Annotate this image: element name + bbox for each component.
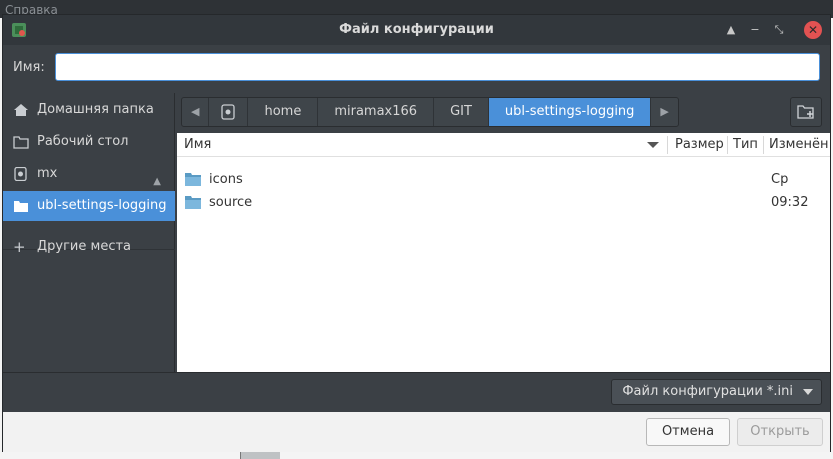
sidebar-item-ubl-settings-logging[interactable]: ubl-settings-logging [3, 191, 175, 221]
filter-bar: Файл конфигурации *.ini [3, 372, 830, 412]
cancel-button[interactable]: Отмена [646, 418, 730, 446]
sidebar-item-other-locations[interactable]: + Другие места [3, 232, 175, 262]
file-filter-dropdown[interactable]: Файл конфигурации *.ini [611, 379, 822, 405]
path-scroll-left-icon[interactable]: ◀ [182, 98, 210, 126]
new-folder-icon [797, 105, 814, 119]
sidebar-item-label: mx [37, 166, 58, 181]
open-button[interactable]: Открыть [737, 418, 823, 446]
minimize-button[interactable]: − [746, 21, 764, 39]
name-input[interactable] [55, 53, 820, 81]
sidebar-item-label: Другие места [37, 239, 132, 254]
close-button[interactable]: ✕ [804, 21, 822, 39]
folder-icon [13, 136, 29, 149]
folder-icon [14, 201, 28, 212]
file-row[interactable]: source 09:32 [177, 192, 830, 215]
eject-window-icon[interactable]: ▲ [722, 21, 740, 39]
column-separator [763, 136, 764, 154]
sidebar-item-home[interactable]: Домашняя папка [3, 95, 175, 125]
folder-icon [185, 196, 201, 209]
path-segment-miramax166[interactable]: miramax166 [318, 98, 435, 126]
sidebar-item-mx[interactable]: mx ▲ [3, 159, 175, 189]
file-name: icons [209, 172, 243, 187]
restore-button[interactable]: ⤡ [770, 21, 788, 39]
action-bar: Отмена Открыть [3, 412, 830, 452]
file-chooser-dialog: Файл конфигурации ▲ − ⤡ ✕ Имя: Домашняя … [2, 14, 831, 452]
sidebar-item-label: ubl-settings-logging [37, 198, 167, 213]
path-segment-home[interactable]: home [248, 98, 319, 126]
file-filter-label: Файл конфигурации *.ini [622, 384, 793, 399]
column-header-modified[interactable]: Изменён [769, 137, 828, 152]
file-modified: Ср [771, 172, 789, 187]
column-separator [727, 136, 728, 154]
folder-icon [185, 173, 201, 186]
sidebar-item-label: Домашняя папка [37, 102, 154, 117]
path-scroll-right-icon[interactable]: ▶ [651, 98, 677, 126]
dialog-title: Файл конфигурации [339, 22, 494, 37]
file-list: Имя Размер Тип Изменён icons Ср source 0… [177, 133, 830, 372]
path-bar: ◀ home miramax166 GIT ubl-settings-loggi… [177, 93, 830, 131]
path-segment-git[interactable]: GIT [434, 98, 489, 126]
column-header-size[interactable]: Размер [675, 137, 724, 152]
chevron-down-icon [803, 389, 813, 395]
background-app-area [0, 452, 833, 459]
background-app-widget [240, 452, 280, 459]
path-root-drive[interactable] [209, 98, 249, 126]
path-segment-ubl-settings-logging[interactable]: ubl-settings-logging [488, 98, 652, 126]
drive-icon [14, 167, 27, 181]
home-icon [14, 104, 28, 116]
file-name: source [209, 195, 253, 210]
sidebar-item-label: Рабочий стол [37, 134, 129, 149]
column-header-type[interactable]: Тип [733, 137, 758, 152]
column-separator [667, 136, 668, 154]
new-folder-button[interactable] [790, 97, 822, 127]
sidebar-item-desktop[interactable]: Рабочий стол [3, 127, 175, 157]
file-list-header: Имя Размер Тип Изменён [177, 133, 830, 157]
name-row: Имя: [3, 45, 830, 91]
sort-descending-icon[interactable] [647, 142, 659, 148]
file-modified: 09:32 [771, 195, 809, 210]
name-label: Имя: [13, 60, 45, 75]
drive-icon [221, 103, 236, 120]
column-header-name[interactable]: Имя [184, 137, 211, 152]
file-row[interactable]: icons Ср [177, 169, 830, 192]
places-sidebar: Домашняя папка Рабочий стол mx ▲ ubl-set… [3, 93, 175, 372]
plus-icon: + [13, 238, 26, 256]
path-bar-segments: ◀ home miramax166 GIT ubl-settings-loggi… [181, 97, 679, 127]
titlebar[interactable]: Файл конфигурации ▲ − ⤡ ✕ [3, 15, 830, 45]
